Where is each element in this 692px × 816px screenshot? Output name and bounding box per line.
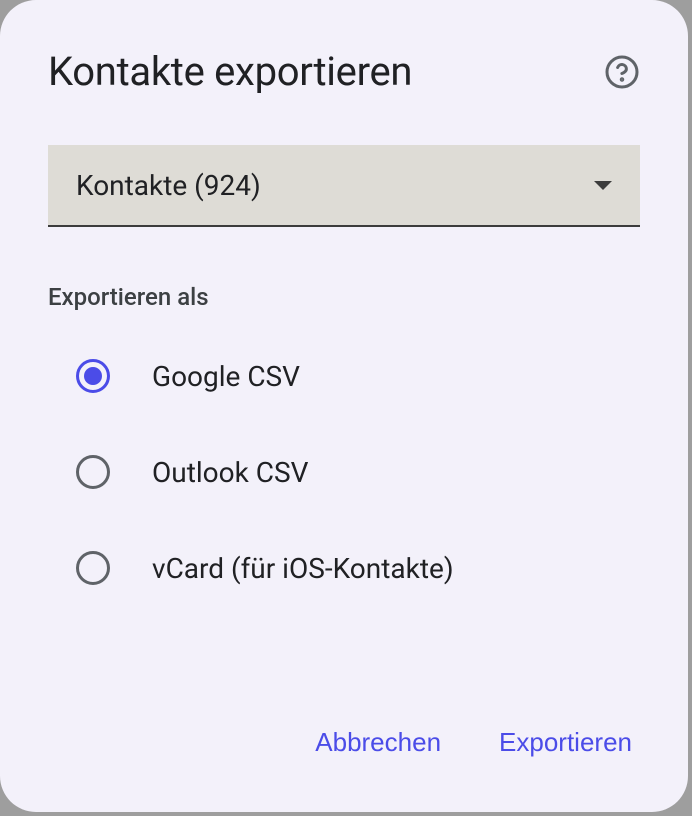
radio-icon <box>76 455 110 489</box>
help-icon[interactable] <box>604 54 640 90</box>
dialog-actions: Abbrechen Exportieren <box>311 719 636 766</box>
radio-label: Google CSV <box>152 360 300 393</box>
export-format-radio-group: Google CSV Outlook CSV vCard (für iOS-Ko… <box>48 359 640 585</box>
cancel-button[interactable]: Abbrechen <box>311 719 445 766</box>
radio-option-google-csv[interactable]: Google CSV <box>76 359 640 393</box>
export-button[interactable]: Exportieren <box>495 719 636 766</box>
export-format-label: Exportieren als <box>48 283 640 311</box>
radio-icon <box>76 551 110 585</box>
export-contacts-dialog: Kontakte exportieren Kontakte (924) Expo… <box>0 0 688 812</box>
dialog-header: Kontakte exportieren <box>48 48 640 95</box>
radio-label: vCard (für iOS-Kontakte) <box>152 552 454 585</box>
chevron-down-icon <box>594 181 612 190</box>
dialog-title: Kontakte exportieren <box>48 48 412 95</box>
radio-option-vcard[interactable]: vCard (für iOS-Kontakte) <box>76 551 640 585</box>
radio-label: Outlook CSV <box>152 456 308 489</box>
dropdown-selected-label: Kontakte (924) <box>76 169 261 202</box>
radio-option-outlook-csv[interactable]: Outlook CSV <box>76 455 640 489</box>
contacts-source-dropdown[interactable]: Kontakte (924) <box>48 145 640 227</box>
radio-icon <box>76 359 110 393</box>
